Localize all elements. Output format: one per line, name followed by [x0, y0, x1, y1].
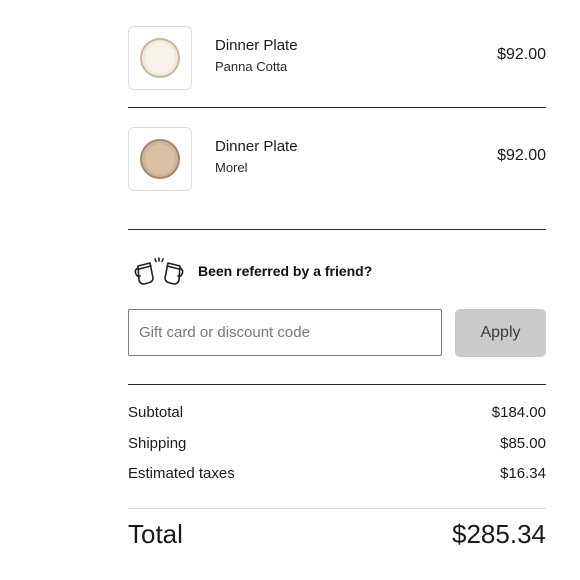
item-name: Dinner Plate — [215, 138, 298, 155]
referral-text: Been referred by a friend? — [198, 263, 373, 279]
total-row: Total $285.34 — [128, 519, 546, 555]
subtotal-value: $184.00 — [491, 404, 546, 421]
plate-image — [140, 139, 180, 179]
taxes-value: $16.34 — [500, 465, 546, 482]
divider — [128, 508, 546, 509]
item-price: $92.00 — [497, 147, 546, 164]
subtotal-row: Subtotal $184.00 — [128, 404, 546, 424]
shipping-row: Shipping $85.00 — [128, 435, 546, 455]
item-variant: Panna Cotta — [215, 59, 288, 74]
item-name: Dinner Plate — [215, 37, 298, 54]
item-variant: Morel — [215, 160, 248, 175]
divider — [128, 229, 546, 230]
product-thumbnail[interactable] — [128, 26, 192, 90]
shipping-value: $85.00 — [500, 435, 546, 452]
discount-code-input[interactable] — [128, 309, 442, 356]
total-label: Total — [128, 519, 183, 549]
referral-prompt[interactable]: Been referred by a friend? — [128, 256, 546, 288]
item-price: $92.00 — [497, 46, 546, 63]
taxes-row: Estimated taxes $16.34 — [128, 465, 546, 485]
divider — [128, 384, 546, 385]
cheers-mugs-icon — [134, 257, 184, 285]
cart-item: Dinner Plate Panna Cotta $92.00 — [128, 26, 546, 92]
taxes-label: Estimated taxes — [128, 465, 235, 482]
shipping-label: Shipping — [128, 435, 187, 452]
plate-image — [140, 38, 180, 78]
product-thumbnail[interactable] — [128, 127, 192, 191]
apply-button[interactable]: Apply — [455, 309, 546, 357]
total-value: $285.34 — [452, 519, 546, 549]
divider — [128, 107, 546, 108]
cart-item: Dinner Plate Morel $92.00 — [128, 127, 546, 193]
subtotal-label: Subtotal — [128, 404, 184, 421]
